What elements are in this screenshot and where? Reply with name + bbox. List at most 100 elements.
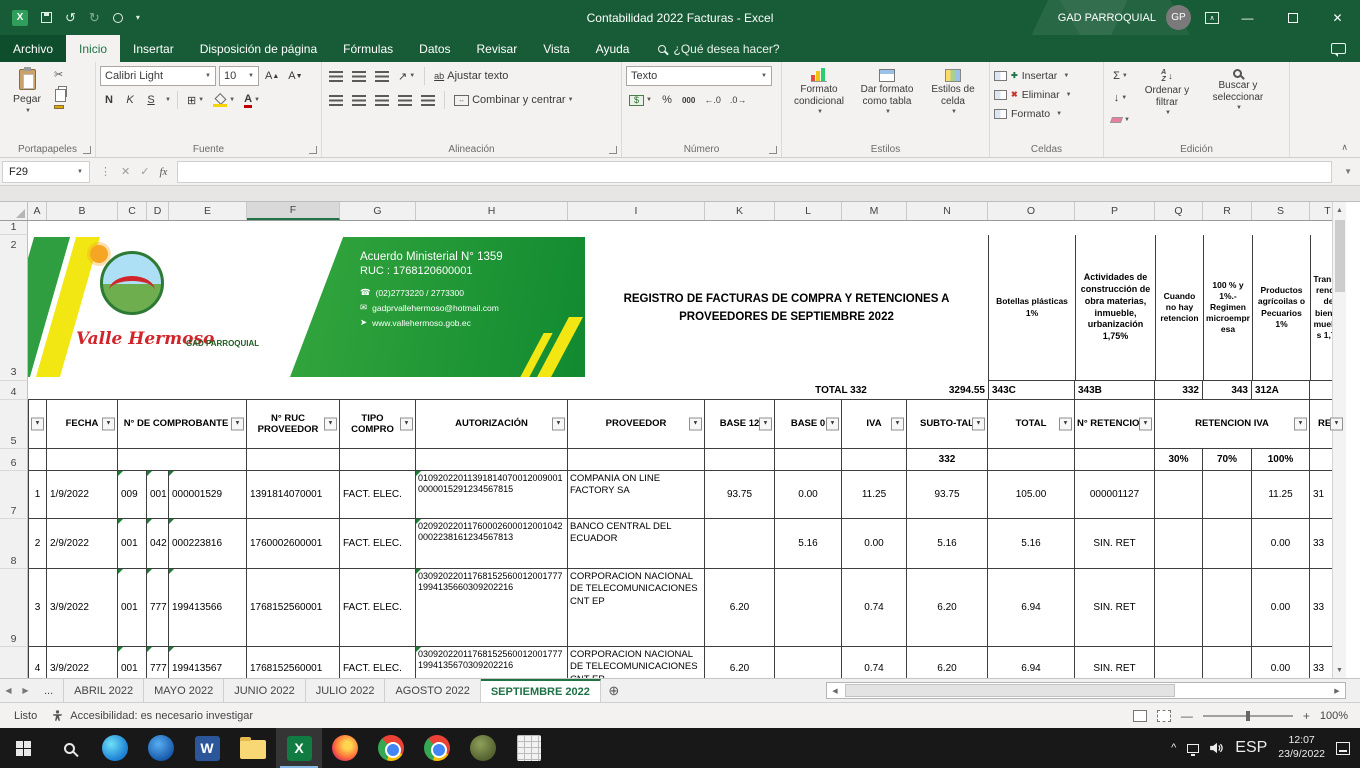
- tab-vista[interactable]: Vista: [530, 35, 582, 62]
- cell[interactable]: 777: [147, 647, 169, 678]
- cell[interactable]: 100 % y 1%.- Regimen microempresa: [1204, 235, 1253, 381]
- cell[interactable]: 0109202201139181407001200900100000152912…: [416, 471, 568, 519]
- sheet-tab-septiembre-2022[interactable]: SEPTIEMBRE 2022: [481, 679, 601, 702]
- cell[interactable]: 3/9/2022: [47, 647, 118, 678]
- cell[interactable]: [775, 569, 842, 647]
- clock[interactable]: 12:07 23/9/2022: [1278, 734, 1325, 761]
- cell[interactable]: [842, 449, 907, 471]
- header-retencion-iva[interactable]: RETENCION IVA▼: [1155, 400, 1310, 449]
- excel-app-icon[interactable]: X: [12, 10, 28, 26]
- align-right-icon[interactable]: [372, 90, 392, 110]
- row-header-6[interactable]: 6: [0, 449, 28, 471]
- cell[interactable]: [1155, 471, 1203, 519]
- fill-color-button[interactable]: ▼: [210, 90, 238, 110]
- cell[interactable]: 3294.55: [907, 381, 988, 400]
- zoom-out-icon[interactable]: —: [1181, 709, 1193, 723]
- filter-button[interactable]: ▼: [31, 418, 44, 431]
- clear-button[interactable]: ▼: [1108, 110, 1133, 130]
- cell[interactable]: 1: [28, 471, 47, 519]
- save-icon[interactable]: [41, 12, 52, 23]
- cell[interactable]: 001: [118, 519, 147, 569]
- enter-icon[interactable]: ✓: [140, 165, 149, 178]
- tab-formulas[interactable]: Fórmulas: [330, 35, 406, 62]
- cell[interactable]: [416, 449, 568, 471]
- app-icon-olive[interactable]: [460, 728, 506, 768]
- align-middle-icon[interactable]: [349, 66, 369, 86]
- col-header-f[interactable]: F: [247, 202, 340, 220]
- cell[interactable]: 001: [147, 471, 169, 519]
- find-select-button[interactable]: Buscar y seleccionar▼: [1201, 66, 1275, 130]
- filter-button[interactable]: ▼: [972, 418, 985, 431]
- scroll-right-icon[interactable]: ▶: [1329, 683, 1345, 698]
- col-header-b[interactable]: B: [47, 202, 118, 220]
- cell[interactable]: FACT. ELEC.: [340, 647, 416, 678]
- cell[interactable]: [340, 449, 416, 471]
- filter-button[interactable]: ▼: [231, 418, 244, 431]
- format-painter-icon[interactable]: [54, 105, 64, 109]
- header-comprobante[interactable]: N° DE COMPROBANTE▼: [118, 400, 247, 449]
- cell[interactable]: 93.75: [705, 471, 775, 519]
- cell[interactable]: 5.16: [775, 519, 842, 569]
- horizontal-scrollbar[interactable]: ◀ ▶: [826, 682, 1346, 699]
- cut-icon[interactable]: ✂: [54, 70, 67, 81]
- cell[interactable]: Cuando no hay retencion: [1156, 235, 1204, 381]
- cell[interactable]: 042: [147, 519, 169, 569]
- cell[interactable]: [1203, 471, 1252, 519]
- percent-style-button[interactable]: %: [658, 90, 676, 110]
- dialog-launcher-icon[interactable]: [769, 146, 777, 154]
- minimize-button[interactable]: —: [1225, 0, 1270, 35]
- cell[interactable]: 2: [28, 519, 47, 569]
- sheet-tab-julio-2022[interactable]: JULIO 2022: [306, 679, 386, 702]
- cell[interactable]: [1203, 519, 1252, 569]
- sheet-tab-mayo-2022[interactable]: MAYO 2022: [144, 679, 224, 702]
- zoom-slider-thumb[interactable]: [1246, 711, 1250, 721]
- header-iva[interactable]: IVA▼: [842, 400, 907, 449]
- col-header-i[interactable]: I: [568, 202, 705, 220]
- cell[interactable]: 2/9/2022: [47, 519, 118, 569]
- zoom-level[interactable]: 100%: [1320, 710, 1348, 722]
- cell[interactable]: [1203, 647, 1252, 678]
- row-header-4[interactable]: 4: [0, 381, 28, 400]
- header-fecha[interactable]: FECHA▼: [47, 400, 118, 449]
- cell[interactable]: 6.94: [988, 569, 1075, 647]
- decrease-indent-icon[interactable]: [395, 90, 415, 110]
- cell[interactable]: [1075, 449, 1155, 471]
- cell[interactable]: [1155, 519, 1203, 569]
- filter-button[interactable]: ▼: [759, 418, 772, 431]
- col-header-o[interactable]: O: [988, 202, 1075, 220]
- header-ruc[interactable]: N° RUC PROVEEDOR▼: [247, 400, 340, 449]
- row-header-8[interactable]: 8: [0, 519, 28, 569]
- cell[interactable]: 6.20: [705, 647, 775, 678]
- cell[interactable]: 000001529: [169, 471, 247, 519]
- cell[interactable]: 100%: [1252, 449, 1310, 471]
- scroll-up-icon[interactable]: ▲: [1333, 202, 1346, 218]
- cell[interactable]: CORPORACION NACIONAL DE TELECOMUNICACION…: [568, 647, 705, 678]
- cell[interactable]: 6.20: [907, 647, 988, 678]
- select-all-corner[interactable]: [0, 202, 28, 220]
- accounting-format-button[interactable]: $▼: [626, 90, 655, 110]
- col-header-g[interactable]: G: [340, 202, 416, 220]
- cell[interactable]: [988, 449, 1075, 471]
- touch-mode-icon[interactable]: [113, 13, 123, 23]
- sheet-tab-abril-2022[interactable]: ABRIL 2022: [64, 679, 144, 702]
- cell[interactable]: 0.74: [842, 569, 907, 647]
- qat-dropdown-icon[interactable]: ▾: [136, 14, 140, 22]
- header-proveedor[interactable]: PROVEEDOR▼: [568, 400, 705, 449]
- cell[interactable]: 343: [1203, 381, 1252, 400]
- header-base12[interactable]: BASE 12▼: [705, 400, 775, 449]
- cell[interactable]: [118, 449, 247, 471]
- calculator-icon[interactable]: [506, 728, 552, 768]
- tab-archivo[interactable]: Archivo: [0, 35, 66, 62]
- filter-button[interactable]: ▼: [1059, 418, 1072, 431]
- number-format-select[interactable]: Texto▼: [626, 66, 772, 86]
- scrollbar-thumb[interactable]: [845, 684, 1175, 697]
- dialog-launcher-icon[interactable]: [609, 146, 617, 154]
- cell[interactable]: [775, 647, 842, 678]
- tab-datos[interactable]: Datos: [406, 35, 463, 62]
- header-cell[interactable]: ▼: [28, 400, 47, 449]
- app-icon-blue[interactable]: [138, 728, 184, 768]
- insert-function-icon[interactable]: fx: [159, 166, 167, 178]
- cell[interactable]: 009: [118, 471, 147, 519]
- delete-cells-button[interactable]: ✖Eliminar▼: [994, 85, 1099, 104]
- dialog-launcher-icon[interactable]: [83, 146, 91, 154]
